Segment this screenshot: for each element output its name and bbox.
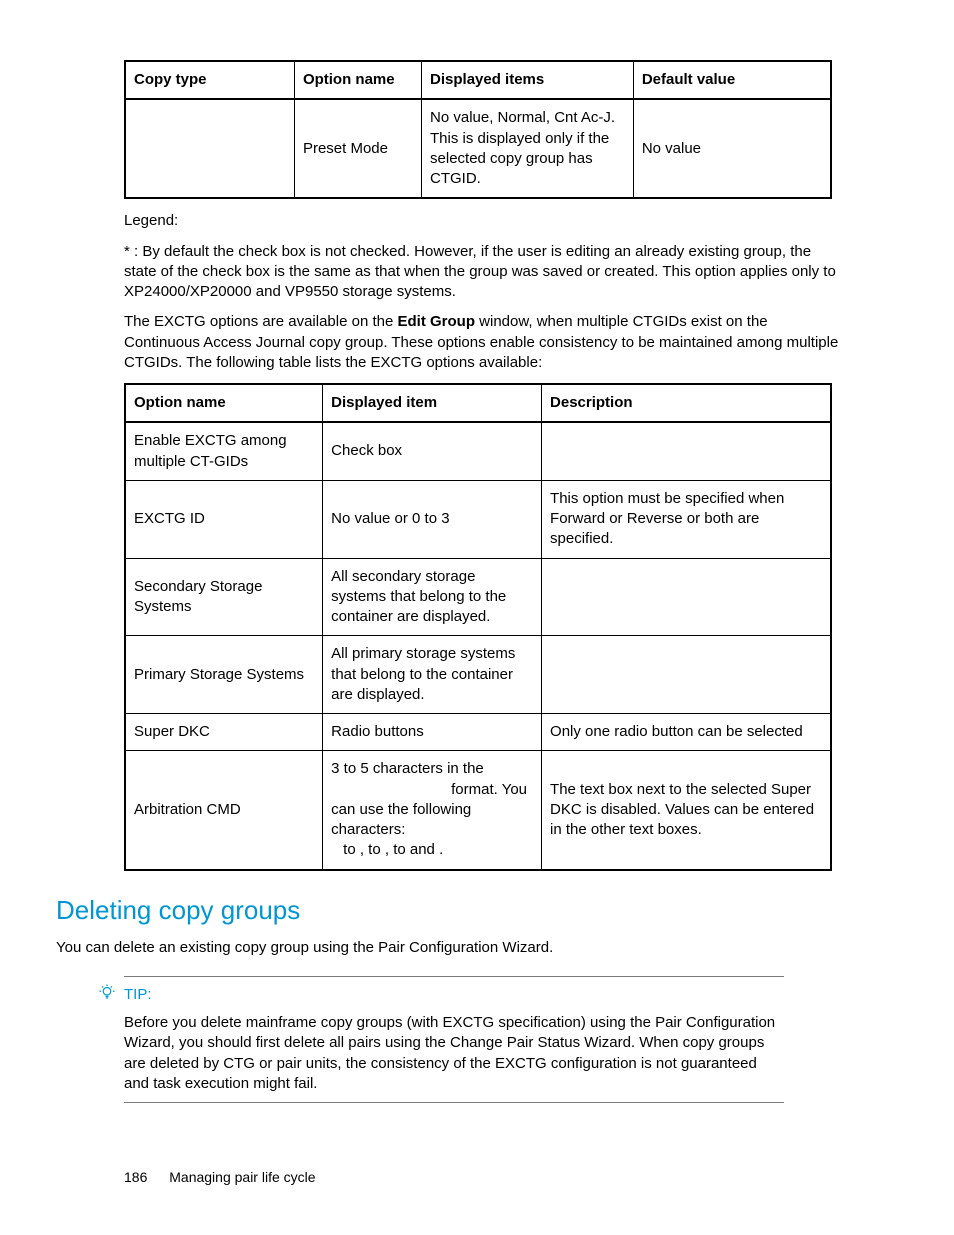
t2-r4-option: Super DKC xyxy=(125,714,323,751)
exctg-intro: The EXCTG options are available on the E… xyxy=(124,312,840,373)
t2-r5-disp-line1: 3 to 5 characters in the xyxy=(331,759,533,779)
t1-h2: Option name xyxy=(294,61,421,99)
t1-copy-type xyxy=(125,99,294,198)
page-number: 186 xyxy=(124,1169,147,1185)
tip-label: TIP: xyxy=(124,985,152,1005)
t1-h1: Copy type xyxy=(125,61,294,99)
t2-r4-desc: Only one radio button can be selected xyxy=(542,714,831,751)
section-intro: You can delete an existing copy group us… xyxy=(56,938,840,958)
table-row: Super DKC Radio buttons Only one radio b… xyxy=(125,714,831,751)
tip-body-text: Before you delete mainframe copy groups … xyxy=(124,1013,784,1094)
t2-r5-displayed: 3 to 5 characters in the format. You can… xyxy=(323,751,542,870)
table-row: Preset Mode No value, Normal, Cnt Ac-J. … xyxy=(125,99,831,198)
legend-label: Legend: xyxy=(124,211,840,231)
t2-r5-disp-line4: to , to , to and . xyxy=(331,840,533,860)
t1-displayed-items: No value, Normal, Cnt Ac-J. This is disp… xyxy=(422,99,634,198)
t2-r5-disp-line2: format. You xyxy=(331,780,533,800)
t1-h4: Default value xyxy=(633,61,831,99)
t2-r0-desc xyxy=(542,422,831,480)
t1-default-value: No value xyxy=(633,99,831,198)
t1-option-name: Preset Mode xyxy=(294,99,421,198)
table-row: Enable EXCTG among multiple CT-GIDs Chec… xyxy=(125,422,831,480)
t2-r0-option: Enable EXCTG among multiple CT-GIDs xyxy=(125,422,323,480)
t2-r1-desc: This option must be specified when Forwa… xyxy=(542,480,831,558)
t2-h2: Displayed item xyxy=(323,384,542,422)
tip-block: TIP: Before you delete mainframe copy gr… xyxy=(124,976,784,1103)
table-row: Arbitration CMD 3 to 5 characters in the… xyxy=(125,751,831,870)
table-row: Primary Storage Systems All primary stor… xyxy=(125,636,831,714)
t2-r2-option: Secondary Storage Systems xyxy=(125,558,323,636)
t2-r3-option: Primary Storage Systems xyxy=(125,636,323,714)
table-row: EXCTG ID No value or 0 to 3 This option … xyxy=(125,480,831,558)
t2-r2-desc xyxy=(542,558,831,636)
section-heading-deleting-copy-groups: Deleting copy groups xyxy=(56,893,840,928)
tip-heading: TIP: xyxy=(98,983,784,1007)
t2-h1: Option name xyxy=(125,384,323,422)
t2-r2-displayed: All secondary storage systems that belon… xyxy=(323,558,542,636)
table-exctg-options: Option name Displayed item Description E… xyxy=(124,383,832,871)
tip-top-rule xyxy=(124,976,784,977)
t2-r0-displayed: Check box xyxy=(323,422,542,480)
table-copy-options-continued: Copy type Option name Displayed items De… xyxy=(124,60,832,199)
tip-bottom-rule xyxy=(124,1102,784,1103)
page-footer: 186 Managing pair life cycle xyxy=(124,1168,316,1187)
lightbulb-icon xyxy=(98,983,116,1007)
t2-r5-disp-line3: can use the following characters: xyxy=(331,800,533,841)
t2-r5-desc: The text box next to the selected Super … xyxy=(542,751,831,870)
chapter-title: Managing pair life cycle xyxy=(169,1169,315,1185)
t2-r1-option: EXCTG ID xyxy=(125,480,323,558)
t2-r5-option: Arbitration CMD xyxy=(125,751,323,870)
legend-text: * : By default the check box is not chec… xyxy=(124,242,840,303)
t2-r1-displayed: No value or 0 to 3 xyxy=(323,480,542,558)
t1-h3: Displayed items xyxy=(422,61,634,99)
t2-r4-displayed: Radio buttons xyxy=(323,714,542,751)
t2-r3-displayed: All primary storage systems that belong … xyxy=(323,636,542,714)
intro-part-a: The EXCTG options are available on the xyxy=(124,313,398,330)
table-row: Secondary Storage Systems All secondary … xyxy=(125,558,831,636)
t2-r3-desc xyxy=(542,636,831,714)
t2-h3: Description xyxy=(542,384,831,422)
intro-bold: Edit Group xyxy=(398,313,476,330)
